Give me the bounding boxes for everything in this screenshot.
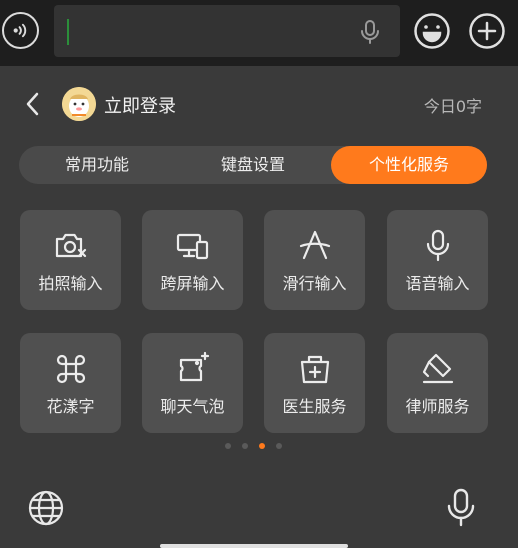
microphone-icon — [426, 229, 450, 262]
tab-keyboard-settings[interactable]: 键盘设置 — [175, 146, 331, 184]
page-dot-active — [259, 443, 265, 449]
swipe-input-icon — [299, 230, 331, 260]
mascot-avatar-icon — [62, 87, 96, 121]
tab-personalized-services[interactable]: 个性化服务 — [331, 146, 487, 184]
microphone-icon[interactable] — [446, 488, 476, 528]
page-dot — [242, 443, 248, 449]
page-indicator — [0, 441, 518, 451]
tile-voice-input[interactable]: 语音输入 — [387, 210, 488, 310]
tile-chat-bubble[interactable]: 聊天气泡 — [142, 333, 243, 433]
voice-mode-button[interactable] — [2, 12, 39, 49]
text-caret — [67, 19, 69, 45]
tile-label: 拍照输入 — [38, 274, 103, 293]
tile-label: 跨屏输入 — [160, 274, 225, 293]
plus-icon[interactable] — [468, 12, 506, 50]
cross-screen-icon — [176, 233, 209, 260]
tile-swipe-input[interactable]: 滑行输入 — [264, 210, 365, 310]
back-arrow-icon[interactable] — [24, 92, 42, 116]
category-tabs: 常用功能 键盘设置 个性化服务 — [19, 146, 487, 184]
chat-bubble-icon — [179, 351, 210, 382]
text-input[interactable] — [54, 5, 400, 57]
tile-label: 医生服务 — [282, 397, 347, 416]
tile-label: 滑行输入 — [282, 274, 347, 293]
tile-cross-screen-input[interactable]: 跨屏输入 — [142, 210, 243, 310]
input-bar — [0, 0, 518, 66]
voice-mode-icon — [13, 23, 27, 38]
camera-text-icon — [55, 233, 87, 258]
tile-label: 聊天气泡 — [160, 397, 225, 416]
avatar[interactable] — [62, 87, 96, 121]
command-icon — [56, 354, 86, 384]
tile-fancy-text[interactable]: 花漾字 — [20, 333, 121, 433]
panel-header: 立即登录 今日0字 — [0, 82, 518, 126]
tile-doctor-service[interactable]: 医生服务 — [264, 333, 365, 433]
login-link[interactable]: 立即登录 — [104, 92, 176, 118]
law-pen-icon — [422, 353, 454, 384]
tab-common-functions[interactable]: 常用功能 — [19, 146, 175, 184]
globe-icon[interactable] — [28, 490, 64, 526]
tile-label: 律师服务 — [405, 397, 470, 416]
word-count: 今日0字 — [423, 97, 482, 116]
emoji-icon[interactable] — [413, 12, 451, 50]
tile-lawyer-service[interactable]: 律师服务 — [387, 333, 488, 433]
medical-bag-icon — [300, 355, 330, 384]
page-dot — [276, 443, 282, 449]
microphone-icon[interactable] — [358, 19, 382, 45]
tile-label: 语音输入 — [405, 274, 470, 293]
tile-photo-input[interactable]: 拍照输入 — [20, 210, 121, 310]
tile-label: 花漾字 — [46, 397, 95, 416]
home-indicator — [160, 544, 348, 548]
page-dot — [225, 443, 231, 449]
